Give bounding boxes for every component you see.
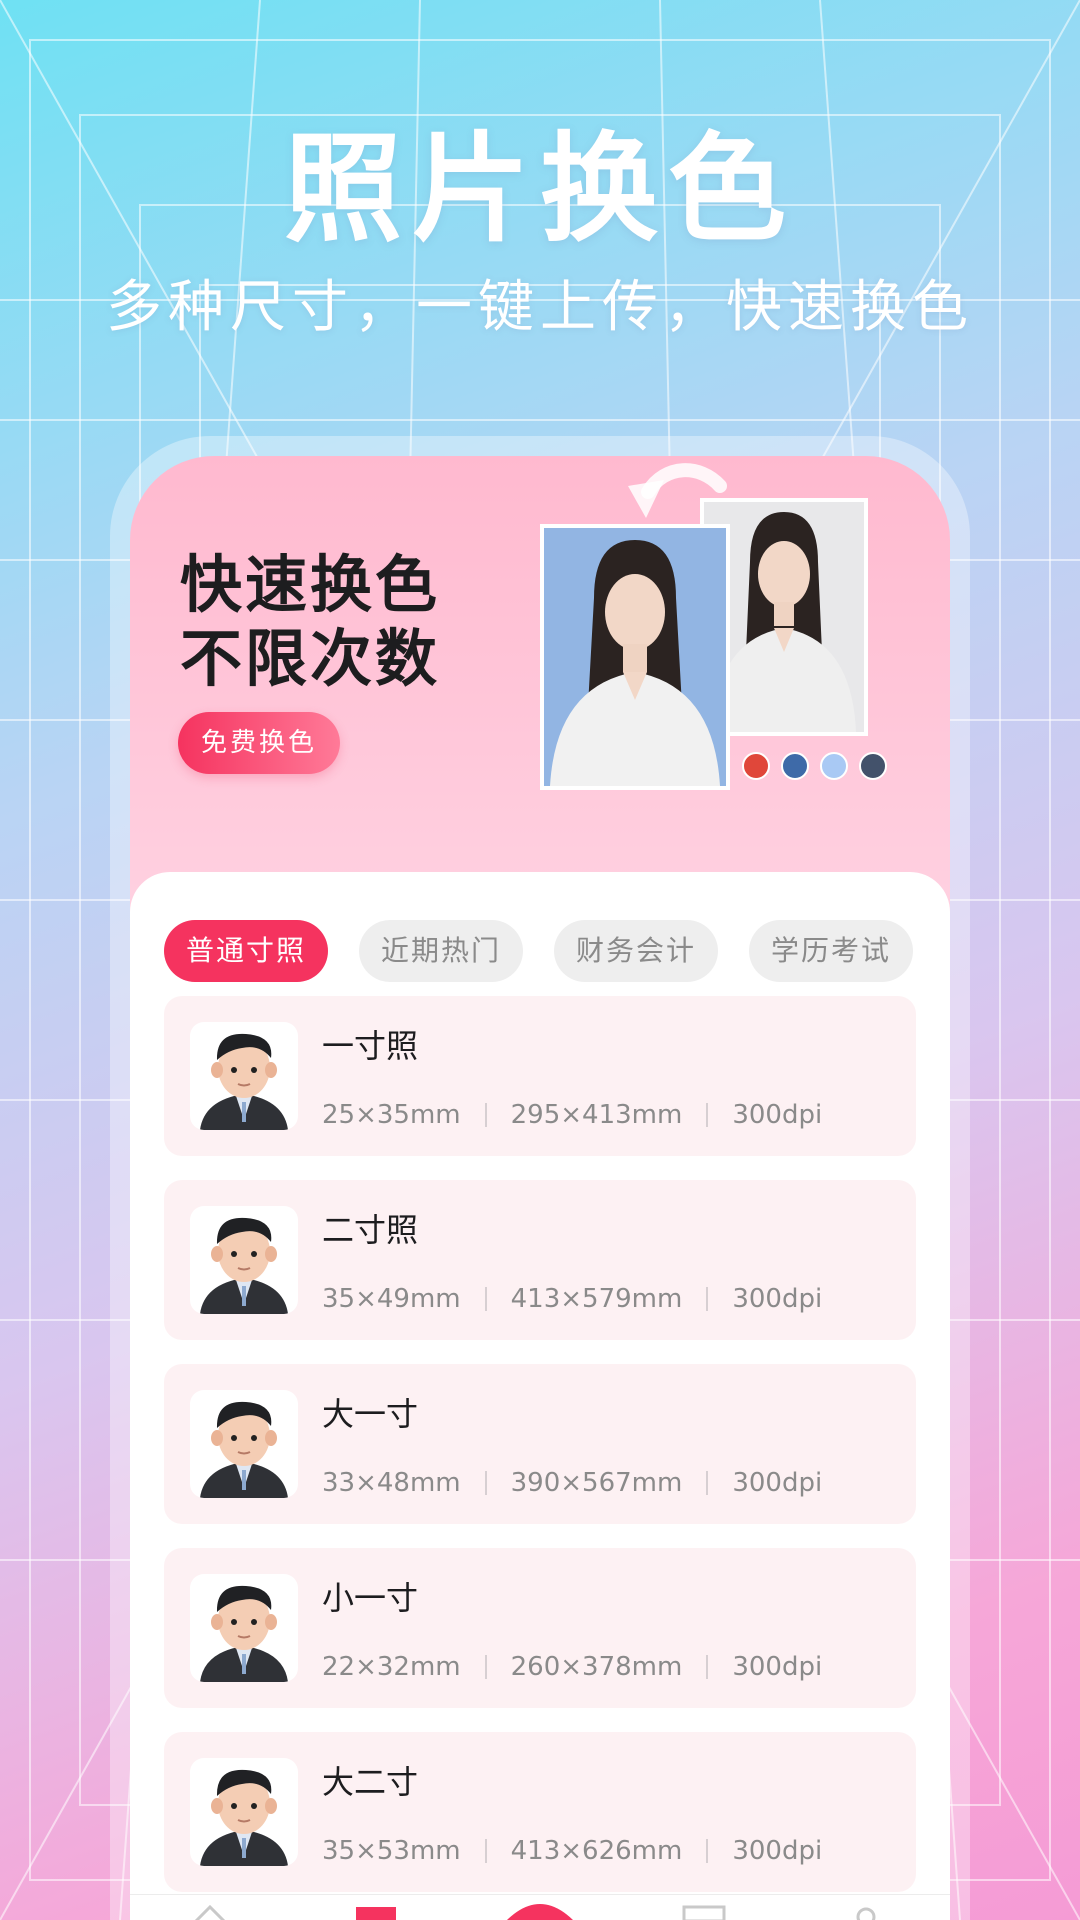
tab-accounting[interactable]: 财务会计 xyxy=(554,920,718,982)
item-dpi: 300dpi xyxy=(732,1652,823,1682)
item-specs: 33×48mm 390×567mm 300dpi xyxy=(322,1470,822,1496)
color-swatch-red[interactable] xyxy=(742,752,770,780)
list-item[interactable]: 大一寸 33×48mm 390×567mm 300dpi xyxy=(164,1364,916,1524)
avatar xyxy=(190,1206,298,1314)
tab-standard[interactable]: 普通寸照 xyxy=(164,920,328,982)
hero-subtitle: 多种尺寸，一键上传，快速换色 xyxy=(106,275,974,340)
item-title: 一寸照 xyxy=(322,1027,419,1065)
item-size-mm: 35×53mm xyxy=(322,1836,461,1866)
item-specs: 35×53mm 413×626mm 300dpi xyxy=(322,1838,822,1864)
item-dpi: 300dpi xyxy=(732,1836,823,1866)
item-size-px: 390×567mm xyxy=(510,1468,683,1498)
item-specs: 35×49mm 413×579mm 300dpi xyxy=(322,1286,822,1312)
avatar xyxy=(190,1022,298,1130)
item-size-px: 295×413mm xyxy=(510,1100,683,1130)
user-icon xyxy=(856,1907,876,1920)
avatar xyxy=(190,1758,298,1866)
divider xyxy=(484,1471,487,1495)
color-swatch-blue[interactable] xyxy=(781,752,809,780)
item-dpi: 300dpi xyxy=(732,1284,823,1314)
item-title: 二寸照 xyxy=(322,1211,419,1249)
list-item[interactable]: 二寸照 35×49mm 413×579mm 300dpi xyxy=(164,1180,916,1340)
main-card: 快速换色 不限次数 免费换色 普通寸照 近期热门 财务会计 学历考试 一寸照 2… xyxy=(130,456,950,1920)
divider xyxy=(706,1103,709,1127)
item-title: 大二寸 xyxy=(322,1763,419,1801)
tab-education-exam[interactable]: 学历考试 xyxy=(749,920,913,982)
divider xyxy=(484,1287,487,1311)
divider xyxy=(484,1655,487,1679)
item-size-px: 413×626mm xyxy=(510,1836,683,1866)
item-dpi: 300dpi xyxy=(732,1468,823,1498)
list-item[interactable]: 大二寸 35×53mm 413×626mm 300dpi xyxy=(164,1732,916,1892)
bottom-nav-bar[interactable] xyxy=(130,1894,950,1920)
divider xyxy=(706,1839,709,1863)
avatar xyxy=(190,1390,298,1498)
tab-trending[interactable]: 近期热门 xyxy=(359,920,523,982)
divider xyxy=(484,1839,487,1863)
color-swatch-navy[interactable] xyxy=(859,752,887,780)
background: 照片换色 多种尺寸，一键上传，快速换色 快速换色 不限次数 免费换色 普通寸照 … xyxy=(0,0,1080,1920)
list-item[interactable]: 一寸照 25×35mm 295×413mm 300dpi xyxy=(164,996,916,1156)
divider xyxy=(706,1471,709,1495)
sample-photo-blue xyxy=(540,524,730,790)
item-size-mm: 25×35mm xyxy=(322,1100,461,1130)
promo-headline-line1: 快速换色 xyxy=(180,548,441,621)
center-action-icon xyxy=(507,1904,573,1920)
item-size-px: 413×579mm xyxy=(510,1284,683,1314)
promo-headline-line2: 不限次数 xyxy=(180,622,441,695)
avatar xyxy=(190,1574,298,1682)
item-title: 小一寸 xyxy=(322,1579,419,1617)
divider xyxy=(706,1287,709,1311)
message-icon xyxy=(682,1905,726,1920)
color-swatch-light-blue[interactable] xyxy=(820,752,848,780)
hero-title: 照片换色 xyxy=(283,120,796,258)
item-dpi: 300dpi xyxy=(732,1100,823,1130)
divider xyxy=(706,1655,709,1679)
list-item[interactable]: 小一寸 22×32mm 260×378mm 300dpi xyxy=(164,1548,916,1708)
free-recolor-button[interactable]: 免费换色 xyxy=(178,712,340,774)
item-size-mm: 35×49mm xyxy=(322,1284,461,1314)
item-specs: 22×32mm 260×378mm 300dpi xyxy=(322,1654,822,1680)
size-list-panel: 普通寸照 近期热门 财务会计 学历考试 一寸照 25×35mm 295×413m… xyxy=(130,872,950,1920)
item-size-px: 260×378mm xyxy=(510,1652,683,1682)
item-size-mm: 33×48mm xyxy=(322,1468,461,1498)
item-specs: 25×35mm 295×413mm 300dpi xyxy=(322,1102,822,1128)
divider xyxy=(484,1103,487,1127)
item-size-mm: 22×32mm xyxy=(322,1652,461,1682)
tab-icon-active xyxy=(356,1907,396,1920)
bottom-nav-icons xyxy=(194,1904,876,1920)
item-title: 大一寸 xyxy=(322,1395,419,1433)
home-icon xyxy=(194,1904,226,1920)
